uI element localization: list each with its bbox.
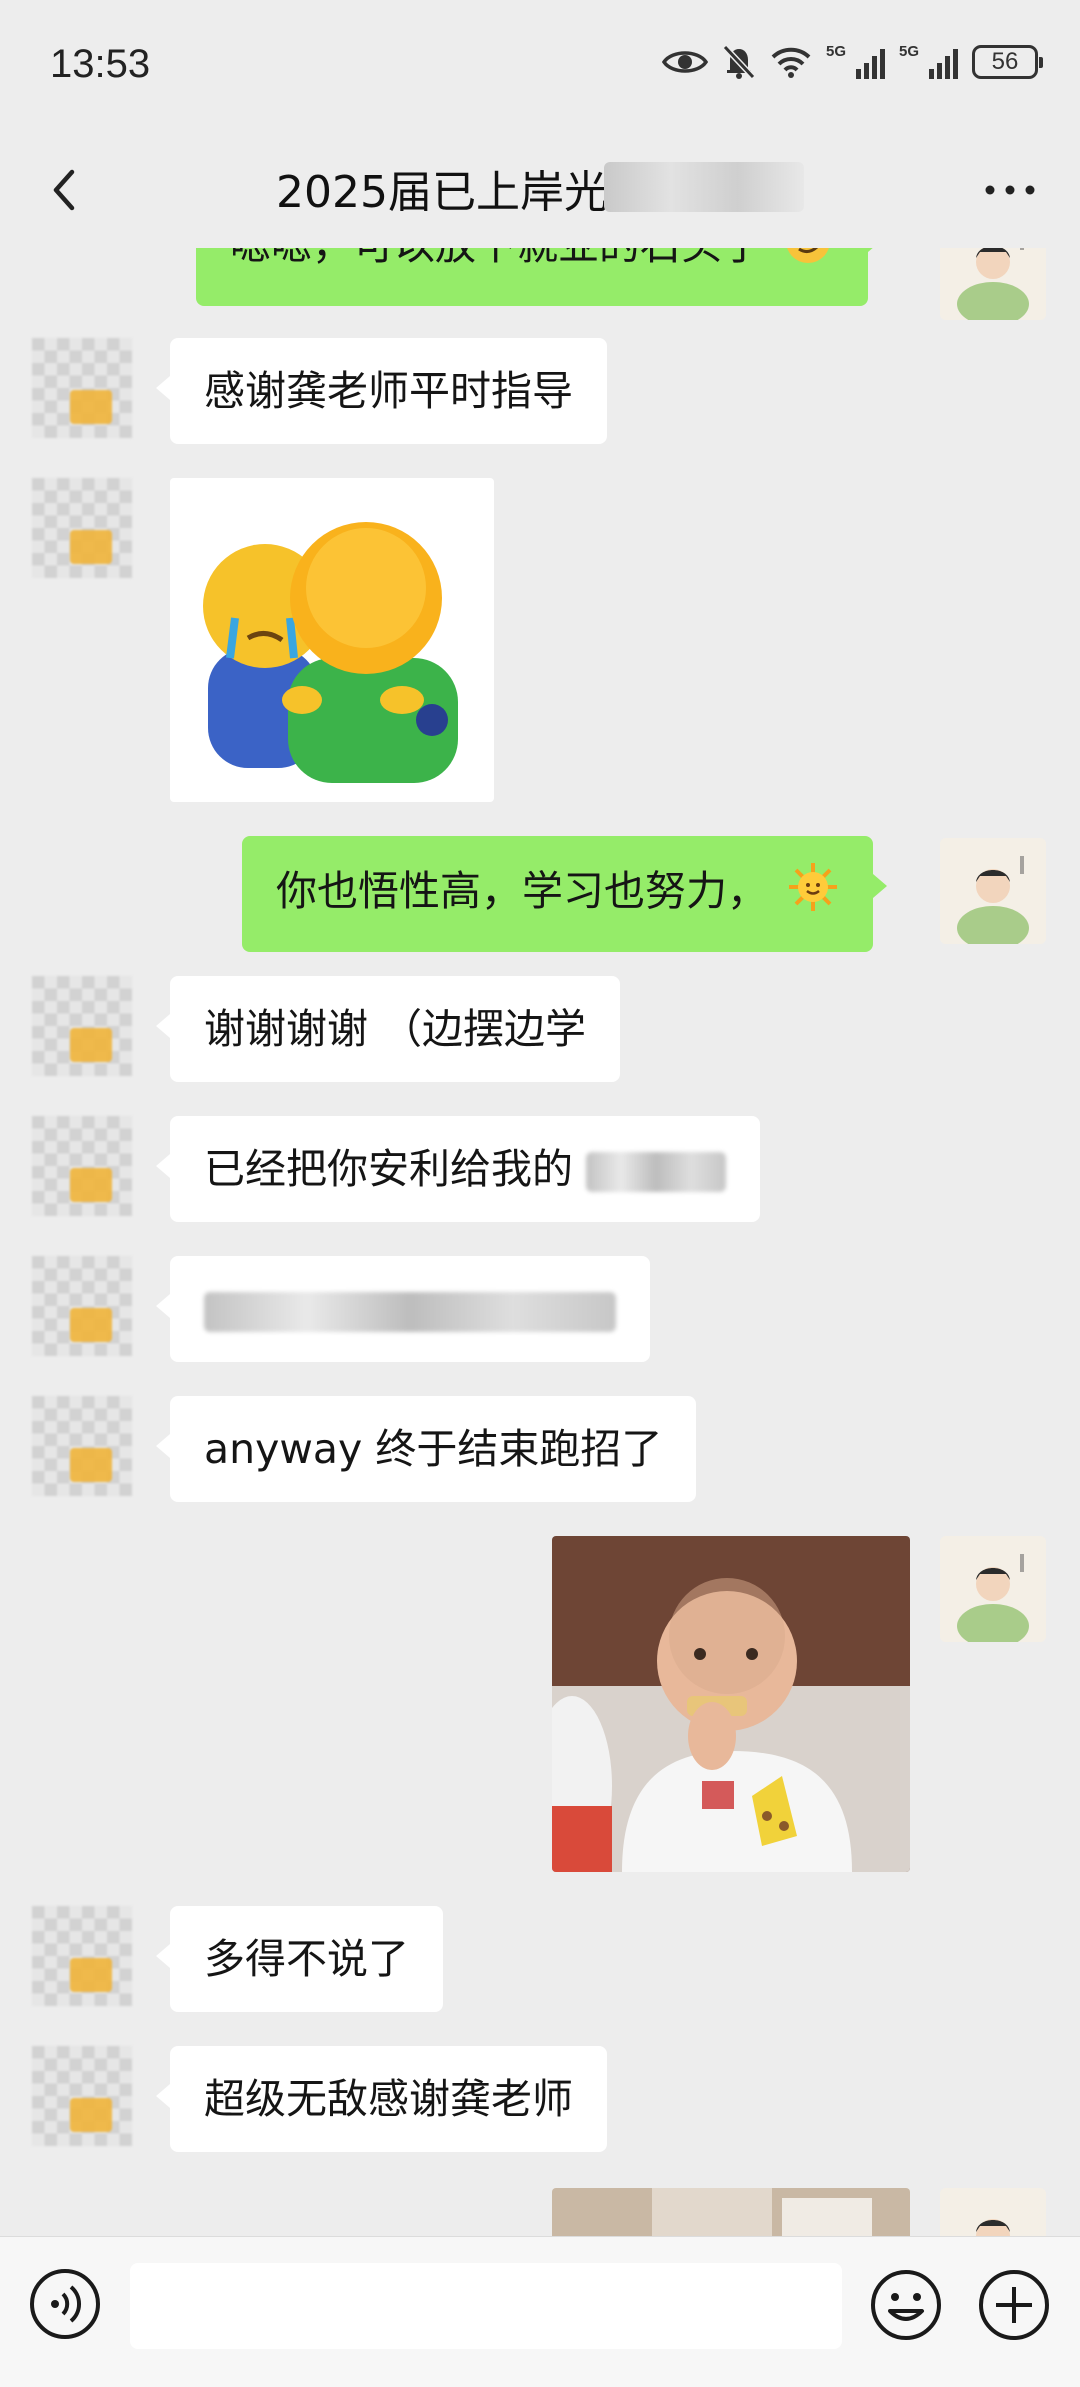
- more-dots-icon[interactable]: [980, 170, 1040, 210]
- my-avatar[interactable]: [940, 248, 1046, 320]
- contact-avatar[interactable]: [32, 338, 132, 438]
- status-icons: 5G 5G 56: [662, 43, 1043, 80]
- message-bubble[interactable]: [156, 1256, 650, 1362]
- message-bubble[interactable]: 嗯嗯，可以放下就业的石头了: [196, 248, 883, 306]
- voice-icon[interactable]: [28, 2267, 102, 2341]
- chevron-left-icon[interactable]: [40, 160, 90, 220]
- wifi-icon: [770, 45, 812, 79]
- message-bubble[interactable]: 已经把你安利给我的: [155, 1116, 761, 1222]
- message-bubble[interactable]: 多得不说了: [156, 1906, 443, 2012]
- smirk-emoji-icon: [782, 248, 834, 281]
- chat-title: 2025届已上岸光: [276, 167, 608, 218]
- redacted-text: [204, 1292, 616, 1332]
- my-avatar[interactable]: [940, 2188, 1046, 2236]
- title-redaction: [604, 162, 804, 212]
- status-time: 13:53: [50, 42, 151, 86]
- status-bar: 13:53 5G 5G 56: [0, 0, 1080, 130]
- message-bubble[interactable]: 超级无敌感谢龚老师: [156, 2046, 607, 2152]
- contact-avatar[interactable]: [32, 976, 132, 1076]
- plus-icon[interactable]: [976, 2267, 1052, 2343]
- chat-header: 2025届已上岸光: [0, 130, 1080, 248]
- my-avatar[interactable]: [940, 838, 1046, 944]
- signal-5g-icon: 5G: [899, 43, 958, 79]
- contact-avatar[interactable]: [32, 478, 132, 578]
- redacted-text: [586, 1152, 727, 1192]
- contact-avatar[interactable]: [32, 1116, 132, 1216]
- contact-avatar[interactable]: [32, 1256, 132, 1356]
- eye-icon: [662, 47, 708, 77]
- message-bubble[interactable]: anyway 终于结束跑招了: [155, 1396, 697, 1502]
- message-bubble[interactable]: 谢谢谢谢 （边摆边学: [155, 976, 621, 1082]
- message-bubble[interactable]: 你也悟性高，学习也努力，: [242, 836, 888, 952]
- contact-avatar[interactable]: [32, 2046, 132, 2146]
- emoji-icon[interactable]: [868, 2267, 944, 2343]
- mute-bell-icon: [722, 44, 756, 80]
- signal-5g-icon: 5G: [826, 43, 885, 79]
- message-bubble[interactable]: 感谢龚老师平时指导: [156, 338, 607, 444]
- input-bar: [0, 2236, 1080, 2387]
- hug-emoji-sticker[interactable]: [170, 478, 494, 802]
- sun-emoji-icon: [787, 861, 839, 927]
- photo-sticker[interactable]: [552, 2188, 910, 2236]
- contact-avatar[interactable]: [32, 1396, 132, 1496]
- message-input[interactable]: [130, 2263, 842, 2349]
- my-avatar[interactable]: [940, 1536, 1046, 1642]
- battery-icon: 56: [972, 45, 1043, 79]
- contact-avatar[interactable]: [32, 1906, 132, 2006]
- message-list[interactable]: 嗯嗯，可以放下就业的石头了 感谢龚老师平时指导 你也悟性高，学习也努力，: [0, 248, 1080, 2236]
- baby-eating-cracker-sticker[interactable]: [552, 1536, 910, 1872]
